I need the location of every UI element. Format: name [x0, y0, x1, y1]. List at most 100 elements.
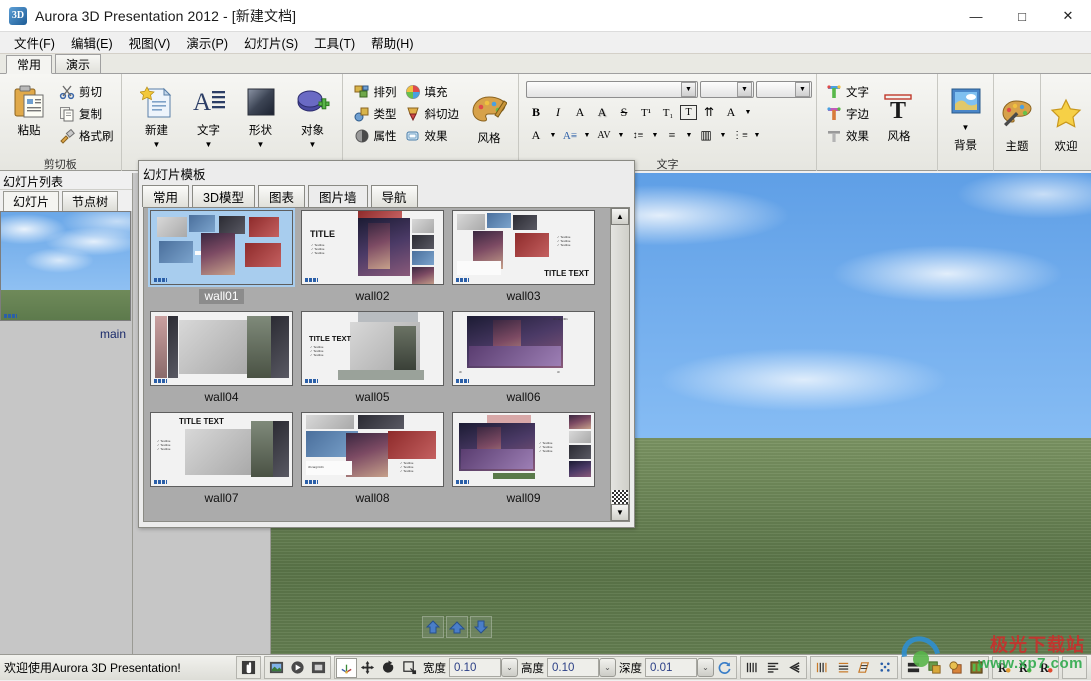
- italic-button[interactable]: I: [548, 103, 568, 122]
- format-painter-button[interactable]: 格式刷: [55, 125, 118, 147]
- char-spacing-button[interactable]: AV: [594, 126, 614, 145]
- paragraph-align-button[interactable]: ≡: [662, 126, 682, 145]
- axis-tool-button[interactable]: [336, 657, 357, 678]
- bevel-button[interactable]: 斜切边: [401, 103, 464, 125]
- text-button[interactable]: A 文字 ▼: [183, 79, 235, 149]
- text-stretch-button[interactable]: ⇈: [699, 103, 719, 122]
- shape-button[interactable]: 形状 ▼: [235, 79, 287, 149]
- nav-up-button[interactable]: [422, 616, 444, 638]
- render-normal-button[interactable]: R: [994, 658, 1015, 678]
- template-item-wall09[interactable]: ✓ Textline ✓ Textline ✓ Textline wall09: [448, 412, 599, 513]
- scrollbar-track[interactable]: [611, 225, 629, 504]
- maximize-button[interactable]: □: [999, 0, 1045, 32]
- menu-item-present[interactable]: 演示(P): [178, 31, 236, 54]
- bring-front-button[interactable]: [924, 658, 945, 678]
- template-item-wall05[interactable]: TITLE TEXT ✓ Textline ✓ Textline ✓ Textlin…: [297, 311, 448, 412]
- bold-button[interactable]: B: [526, 103, 546, 122]
- distribute-vertical-button[interactable]: [812, 658, 833, 678]
- tab-node-tree[interactable]: 节点树: [62, 191, 119, 211]
- boxed-text-button[interactable]: T: [680, 105, 697, 120]
- effect-button[interactable]: 效果: [401, 125, 464, 147]
- menu-item-tools[interactable]: 工具(T): [306, 31, 363, 54]
- chevron-down-icon[interactable]: ▼: [743, 109, 753, 116]
- chevron-down-icon[interactable]: ▼: [548, 132, 558, 139]
- fill-button[interactable]: 填充: [401, 81, 464, 103]
- reset-transform-button[interactable]: [714, 658, 735, 678]
- scroll-up-button[interactable]: ▲: [611, 208, 629, 225]
- template-item-wall07[interactable]: TITLE TEXT ✓ Textline ✓ Textline ✓ Textlin…: [146, 412, 297, 513]
- options-button[interactable]: [1064, 658, 1085, 678]
- background-button[interactable]: ▼ 背景: [941, 79, 990, 153]
- chevron-down-icon[interactable]: ▼: [752, 132, 762, 139]
- strikethrough-button[interactable]: S: [614, 103, 634, 122]
- ribbon-tab-common[interactable]: 常用: [6, 55, 53, 74]
- distribute-horizontal-button[interactable]: [833, 658, 854, 678]
- menu-item-view[interactable]: 视图(V): [121, 31, 179, 54]
- slide-list[interactable]: main: [0, 211, 132, 654]
- text-align-style-button[interactable]: A≡: [560, 126, 580, 145]
- tab-navigation[interactable]: 导航: [370, 185, 418, 207]
- text-effect-button[interactable]: A: [721, 103, 741, 122]
- copy-button[interactable]: 复制: [55, 103, 118, 125]
- columns-button[interactable]: ▥: [696, 126, 716, 145]
- style-button[interactable]: 风格: [463, 87, 515, 146]
- menu-item-help[interactable]: 帮助(H): [363, 31, 421, 54]
- template-item-wall01[interactable]: wall01: [146, 208, 297, 311]
- arrange-button[interactable]: 排列: [350, 81, 401, 103]
- text-border-button[interactable]: 字边: [822, 103, 873, 125]
- width-spinner[interactable]: ⌄: [501, 658, 518, 677]
- superscript-button[interactable]: T¹: [636, 103, 656, 122]
- cut-button[interactable]: 剪切: [55, 81, 118, 103]
- render-high-button[interactable]: R: [1036, 658, 1057, 678]
- width-input[interactable]: 0.10: [449, 658, 501, 677]
- font-color-button[interactable]: A: [526, 126, 546, 145]
- tab-photo-wall[interactable]: 图片墙: [308, 185, 368, 207]
- tab-3d-model[interactable]: 3D模型: [192, 185, 255, 207]
- shadow-button[interactable]: A: [592, 103, 612, 122]
- align-center-button[interactable]: [763, 658, 784, 678]
- tab-chart[interactable]: 图表: [258, 185, 306, 207]
- object-dropdown-icon[interactable]: ▼: [309, 141, 317, 149]
- group-button[interactable]: [903, 658, 924, 678]
- template-item-wall03[interactable]: ✓ Textline ✓ Textline ✓ Textline TITLE TEX…: [448, 210, 599, 311]
- fullscreen-button[interactable]: [308, 658, 329, 678]
- close-button[interactable]: ✕: [1045, 0, 1091, 32]
- align-distribute-button[interactable]: [784, 658, 805, 678]
- rotate-tool-button[interactable]: [378, 658, 399, 678]
- chevron-down-icon[interactable]: ▼: [650, 132, 660, 139]
- outline-button[interactable]: A: [570, 103, 590, 122]
- nav-down-button[interactable]: [470, 616, 492, 638]
- scale-tool-button[interactable]: [399, 658, 420, 678]
- depth-spinner[interactable]: ⌄: [697, 658, 714, 677]
- object-button[interactable]: 对象 ▼: [287, 79, 339, 149]
- shape-dropdown-icon[interactable]: ▼: [257, 141, 265, 149]
- text-style-button[interactable]: T 风格: [873, 85, 925, 144]
- template-item-wall02[interactable]: TITLE ✓ Textline ✓ Textline ✓ Textline wal…: [297, 210, 448, 311]
- tab-slides[interactable]: 幻灯片: [3, 191, 60, 211]
- text-effect-3d-button[interactable]: 效果: [822, 125, 873, 147]
- slide-thumbnail-main[interactable]: [0, 211, 131, 321]
- theme-button[interactable]: 主题: [997, 90, 1037, 154]
- chevron-down-icon[interactable]: ▼: [681, 82, 696, 97]
- new-slide-dropdown-icon[interactable]: ▼: [153, 141, 161, 149]
- type-button[interactable]: 类型: [350, 103, 401, 125]
- skew-button[interactable]: [854, 658, 875, 678]
- scroll-down-button[interactable]: ▼: [611, 504, 629, 521]
- move-tool-button[interactable]: [357, 658, 378, 678]
- template-item-wall06[interactable]: t9:cargirl01 t9 t0 wall06: [448, 311, 599, 412]
- chevron-down-icon[interactable]: ▼: [616, 132, 626, 139]
- background-dropdown-icon[interactable]: ▼: [962, 124, 970, 132]
- lock-layer-button[interactable]: [966, 658, 987, 678]
- text-3d-button[interactable]: 文字: [822, 81, 873, 103]
- welcome-button[interactable]: 欢迎: [1044, 90, 1088, 154]
- play-button[interactable]: [287, 658, 308, 678]
- template-item-wall04[interactable]: wall04: [146, 311, 297, 412]
- chevron-down-icon[interactable]: ▼: [582, 132, 592, 139]
- ribbon-tab-present[interactable]: 演示: [55, 54, 102, 73]
- render-medium-button[interactable]: R: [1015, 658, 1036, 678]
- height-spinner[interactable]: ⌄: [599, 658, 616, 677]
- scrollbar-grip[interactable]: [612, 490, 628, 504]
- preview-button[interactable]: [266, 658, 287, 678]
- minimize-button[interactable]: —: [953, 0, 999, 32]
- depth-input[interactable]: 0.01: [645, 658, 697, 677]
